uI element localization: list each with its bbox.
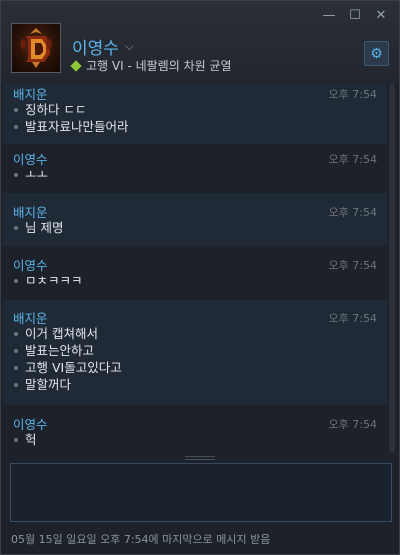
message-line: 징하다 ㄷㄷ	[13, 101, 377, 118]
message-group: 배지운 오후 7:54 이거 캡쳐해서 발표는안하고 고행 VI돌고있다고 말할꺼다	[3, 300, 387, 405]
avatar[interactable]	[11, 23, 61, 73]
message-group: 이영수 오후 7:54 ㅁㅊㅋㅋㅋ	[3, 246, 387, 300]
message-line: 말할꺼다	[13, 376, 377, 393]
message-sender[interactable]: 배지운	[13, 83, 377, 102]
message-sender[interactable]: 이영수	[13, 413, 377, 432]
message-group: 배지운 오후 7:54 님 제명	[3, 193, 387, 246]
message-group: 이영수 오후 7:54 헉	[3, 405, 387, 453]
close-icon[interactable]: ✕	[373, 7, 389, 23]
in-game-status-icon	[70, 59, 82, 72]
message-sender[interactable]: 배지운	[13, 307, 377, 326]
contact-name[interactable]: 이영수	[72, 34, 119, 59]
diablo-logo-icon	[20, 28, 52, 68]
message-line: ㅗㅗ	[13, 166, 377, 183]
message-list[interactable]: 배지운 오후 7:54 징하다 ㄷㄷ 발표자료나만들어라 이영수 오후 7:54 ㅗㅗ 배지운…	[3, 83, 387, 453]
message-timestamp: 오후 7:54	[328, 206, 377, 219]
message-line: 고행 VI돌고있다고	[13, 359, 377, 376]
chat-header: — ☐ ✕ 이영수 ⌵ 고행 VI - 네팔렘의 차원 균열 ⚙	[1, 1, 399, 83]
message-sender[interactable]: 배지운	[13, 201, 377, 220]
message-timestamp: 오후 7:54	[328, 88, 377, 101]
contact-name-row[interactable]: 이영수 ⌵	[72, 34, 134, 59]
minimize-icon[interactable]: —	[321, 7, 337, 23]
message-sender[interactable]: 이영수	[13, 254, 377, 273]
chat-window: — ☐ ✕ 이영수 ⌵ 고행 VI - 네팔렘의 차원 균열 ⚙ 배지운 오후 …	[0, 0, 400, 555]
message-line: 헉	[13, 431, 377, 448]
scrollbar-thumb[interactable]	[389, 83, 395, 453]
message-timestamp: 오후 7:54	[328, 312, 377, 325]
message-sender[interactable]: 이영수	[13, 148, 377, 167]
message-input[interactable]	[10, 463, 392, 522]
game-status-text: 고행 VI - 네팔렘의 차원 균열	[86, 59, 232, 73]
message-line: 발표는안하고	[13, 342, 377, 359]
message-line: ㅁㅊㅋㅋㅋ	[13, 272, 377, 289]
settings-button[interactable]: ⚙	[364, 41, 389, 66]
message-timestamp: 오후 7:54	[328, 153, 377, 166]
message-group: 이영수 오후 7:54 ㅗㅗ	[3, 144, 387, 193]
message-timestamp: 오후 7:54	[328, 259, 377, 272]
resize-splitter[interactable]	[1, 453, 399, 463]
gear-icon: ⚙	[370, 45, 383, 62]
game-status: 고행 VI - 네팔렘의 차원 균열	[70, 57, 232, 74]
message-timestamp: 오후 7:54	[328, 418, 377, 431]
scrollbar[interactable]	[388, 83, 396, 453]
maximize-icon[interactable]: ☐	[347, 7, 363, 23]
message-line: 발표자료나만들어라	[13, 118, 377, 135]
last-message-status: 05월 15일 일요일 오후 7:54에 마지막으로 메시지 받음	[11, 533, 271, 546]
message-line: 이거 캡쳐해서	[13, 325, 377, 342]
window-controls: — ☐ ✕	[321, 7, 389, 23]
message-group: 배지운 오후 7:54 징하다 ㄷㄷ 발표자료나만들어라	[3, 83, 387, 144]
chevron-down-icon[interactable]: ⌵	[125, 39, 134, 54]
splitter-grip-icon[interactable]	[185, 456, 215, 460]
message-line: 님 제명	[13, 219, 377, 236]
